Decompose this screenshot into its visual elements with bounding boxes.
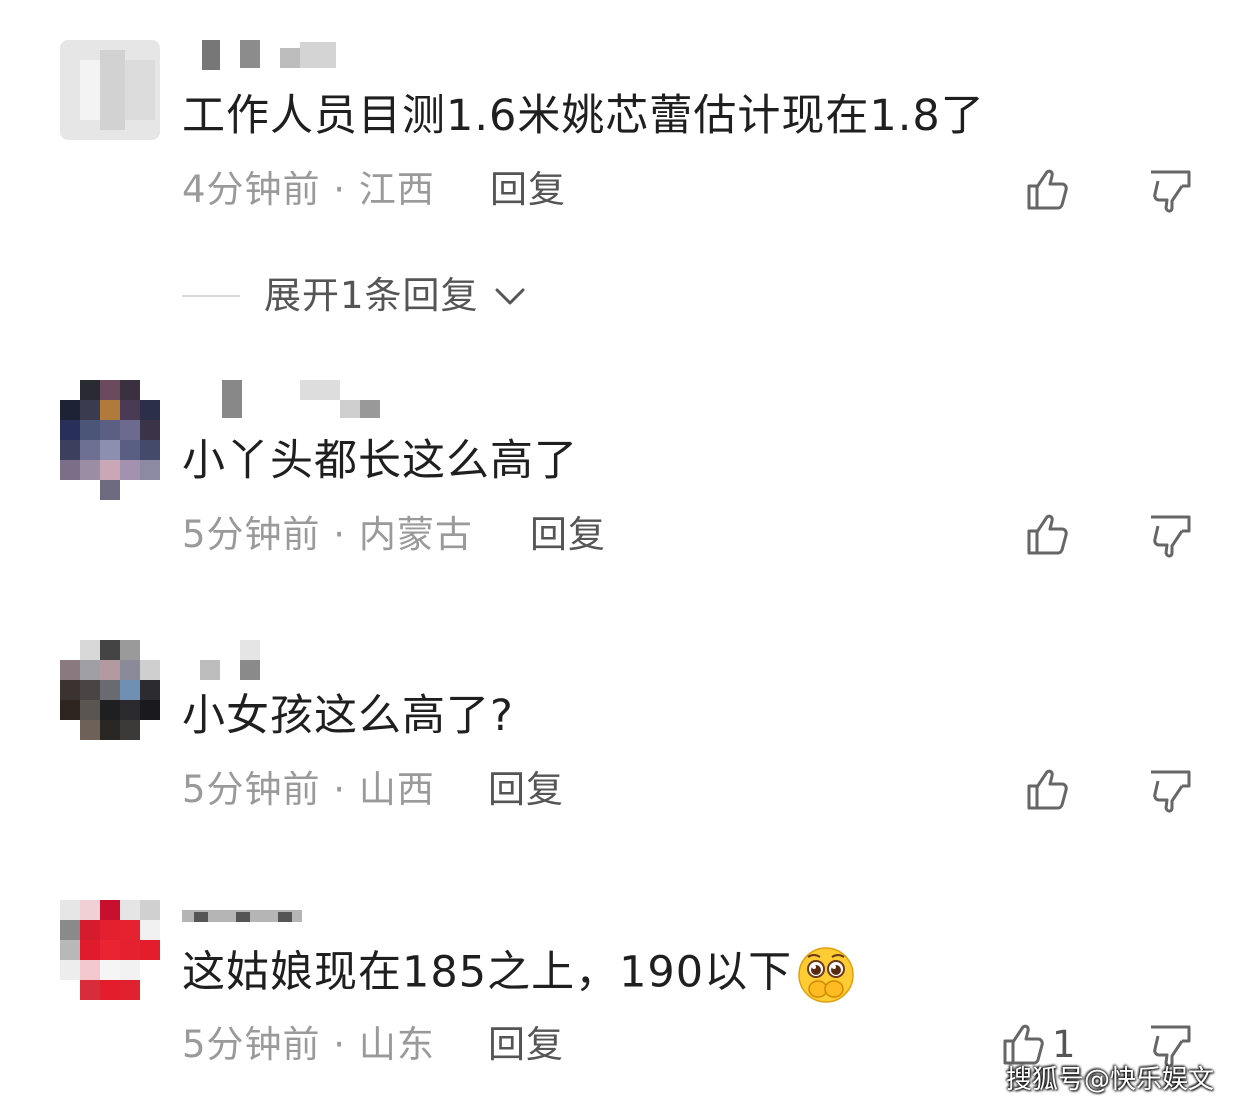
- comment-meta: 5分钟前 · 山西: [182, 768, 435, 811]
- comment-text: 小女孩这么高了?: [182, 691, 514, 741]
- reply-button[interactable]: 回复: [490, 168, 566, 212]
- reply-button[interactable]: 回复: [488, 768, 564, 812]
- username-mask: [182, 380, 402, 418]
- comment-text: 小丫头都长这么高了: [182, 436, 578, 486]
- avatar[interactable]: [60, 900, 160, 1000]
- comment-text: 工作人员目测1.6米姚芯蕾估计现在1.8了: [182, 91, 985, 141]
- comment-meta: 4分钟前 · 江西: [182, 168, 435, 211]
- thumbs-up-icon[interactable]: [1024, 766, 1072, 814]
- username-mask: [182, 640, 402, 680]
- thumbs-down-icon[interactable]: [1146, 766, 1194, 814]
- avatar[interactable]: [60, 640, 160, 740]
- comment-text-content: 这姑娘现在185之上，190以下: [182, 947, 793, 998]
- reply-button[interactable]: 回复: [530, 513, 606, 557]
- thumbs-up-icon[interactable]: [1024, 166, 1072, 214]
- reply-button[interactable]: 回复: [488, 1023, 564, 1067]
- comment-meta: 5分钟前 · 内蒙古: [182, 513, 473, 556]
- username-mask: [182, 900, 402, 930]
- expand-replies-button[interactable]: 展开1条回复: [182, 272, 582, 320]
- avatar[interactable]: [60, 40, 160, 140]
- thumbs-down-icon[interactable]: [1146, 511, 1194, 559]
- thumbs-up-icon[interactable]: [1024, 511, 1072, 559]
- comment-text: 这姑娘现在185之上，190以下: [182, 945, 856, 1005]
- divider-line: [182, 295, 240, 297]
- thumbs-down-icon[interactable]: [1146, 166, 1194, 214]
- chevron-down-icon: [495, 288, 525, 305]
- watermark: 搜狐号@快乐娱文: [1005, 1065, 1214, 1095]
- pleading-face-covering-mouth-emoji: [798, 947, 854, 1003]
- username-mask: [182, 40, 402, 70]
- expand-replies-label: 展开1条回复: [264, 274, 479, 317]
- avatar[interactable]: [60, 380, 160, 500]
- comment-meta: 5分钟前 · 山东: [182, 1023, 435, 1066]
